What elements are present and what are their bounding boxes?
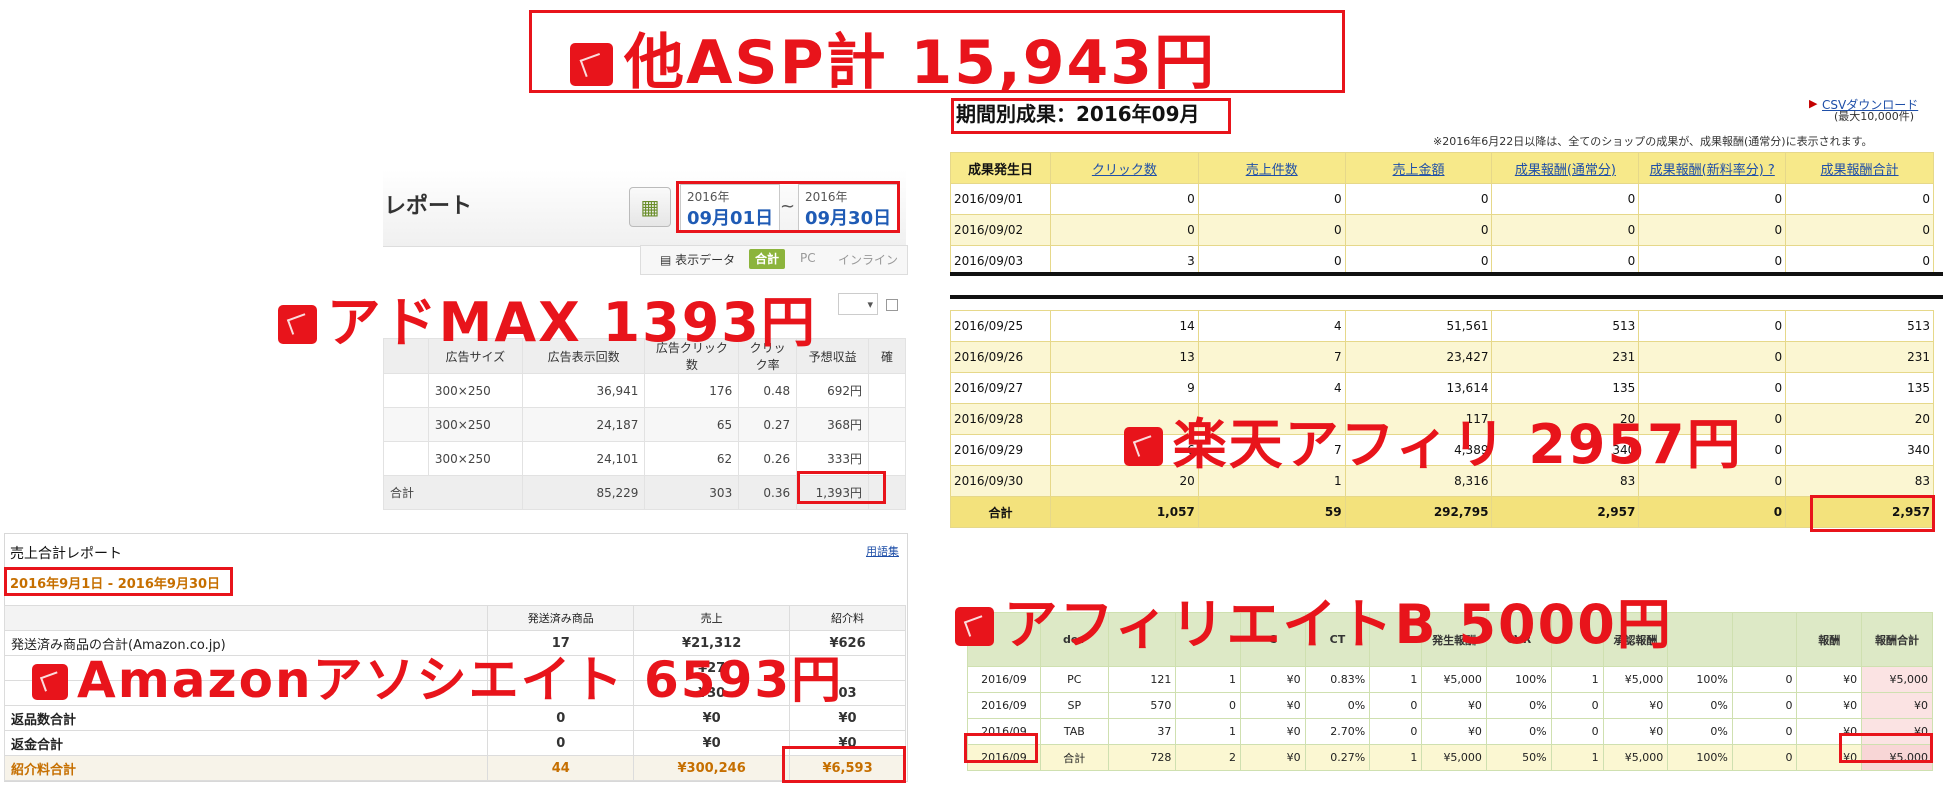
csv-download-note: (最大10,000件) (1834, 110, 1915, 123)
column-header[interactable]: 成果報酬合計 (1785, 152, 1934, 184)
afb-month-highlight (964, 733, 1038, 763)
admax-annotation: アドMAX 1393円 (278, 278, 817, 357)
table-row: 2016/09/02 0 0 0 0 0 0 (950, 214, 1934, 246)
affiliate-b-annotation: アフィリエイトB 5000円 (955, 580, 1673, 659)
table-cut-line (950, 272, 1943, 276)
admax-report-title: レポート (384, 194, 473, 219)
admax-total-highlight (797, 471, 886, 504)
admax-checkbox[interactable] (886, 299, 898, 311)
table-total-row: 2016/09 合計 728 2 ¥0 0.27% 1 ¥5,000 50% 1 ¥5,000 100… (967, 744, 1933, 771)
calendar-icon[interactable]: ▦ (629, 187, 671, 227)
table-total-row: 紹介料合計 44 ¥300,246 ¥6,593 (3, 755, 906, 781)
amazon-period: 2016年9月1日 - 2016年9月30日 (10, 577, 221, 592)
admax-date-highlight (676, 181, 900, 233)
admax-filter-select[interactable]: ▾ (838, 293, 878, 315)
column-header[interactable]: 成果報酬(新料率分) ? (1638, 152, 1787, 184)
triangle-right-icon: ▶ (1809, 97, 1818, 110)
red-square-icon (955, 606, 994, 646)
table-total-row: 合計 1,057 59 292,795 2,957 0 2,957 (950, 496, 1934, 528)
rakuten-period-highlight (951, 98, 1231, 134)
table-header-row: 成果発生日 クリック数 売上件数 売上金額 成果報酬(通常分) 成果報酬(新料率… (950, 152, 1934, 184)
table-row: 返金合計 0 ¥0 ¥0 (3, 730, 906, 756)
table-cut-gap (950, 276, 1943, 295)
table-row: 300×250 24,187 65 0.27 368円 (383, 407, 906, 442)
rakuten-note: ※2016年6月22日以降は、全てのショップの成果が、成果報酬(通常分)に表示さ… (1433, 135, 1873, 148)
rakuten-annotation: 楽天アフィリ 2957円 (1124, 400, 1743, 479)
column-header[interactable]: 売上金額 (1344, 152, 1493, 184)
table-cut-line (950, 295, 1943, 299)
column-header[interactable]: 売上件数 (1197, 152, 1346, 184)
column-header: 成果発生日 (950, 152, 1051, 184)
column-header[interactable]: クリック数 (1049, 152, 1199, 184)
red-square-icon (570, 42, 614, 86)
column-header[interactable]: 確 (868, 338, 906, 374)
table-row: 2016/09 PC 121 1 ¥0 0.83% 1 ¥5,000 100% 1 ¥5,000 10… (967, 666, 1933, 693)
afb-total-highlight (1839, 733, 1933, 763)
red-square-icon (1124, 426, 1163, 466)
table-row: 2016/09 SP 570 0 ¥0 0% 0 ¥0 0% 0 ¥0 0% 0 ¥0 ¥0 (967, 692, 1933, 719)
table-header-row: 発送済み商品 売上 紹介料 (3, 605, 906, 631)
column-header: 紹介料 (789, 605, 906, 631)
table-row: 2016/09 TAB 37 1 ¥0 2.70% 0 ¥0 0% 0 ¥0 0% 0 ¥0 ¥0 (967, 718, 1933, 745)
red-square-icon (32, 663, 68, 700)
table-row: 2016/09/27 9 4 13,614 135 0 135 (950, 372, 1934, 404)
table-row: 2016/09/26 13 7 23,427 231 0 231 (950, 341, 1934, 373)
column-header: 売上 (633, 605, 791, 631)
glossary-link[interactable]: 用語集 (866, 543, 899, 559)
column-header[interactable]: 成果報酬(通常分) (1491, 152, 1640, 184)
view-data-label: ▤ 表示データ (660, 253, 736, 267)
table-row: 300×250 36,941 176 0.48 692円 (383, 373, 906, 408)
view-option-inline[interactable]: インライン (838, 251, 898, 268)
view-option-pc[interactable]: PC (800, 251, 816, 265)
rakuten-total-highlight (1810, 495, 1935, 532)
amazon-fee-highlight (782, 746, 906, 783)
column-header: 発送済み商品 (487, 605, 635, 631)
table-row: 2016/09/01 0 0 0 0 0 0 (950, 183, 1934, 215)
amazon-report-title: 売上合計レポート (10, 546, 122, 562)
total-asp-title: 他ASP計 15,943円 (570, 14, 1216, 101)
table-row: 2016/09/25 14 4 51,561 513 0 513 (950, 310, 1934, 342)
red-square-icon (278, 304, 317, 344)
view-option-total[interactable]: 合計 (749, 249, 785, 269)
amazon-annotation: Amazonアソシエイト 6593円 (32, 640, 843, 712)
